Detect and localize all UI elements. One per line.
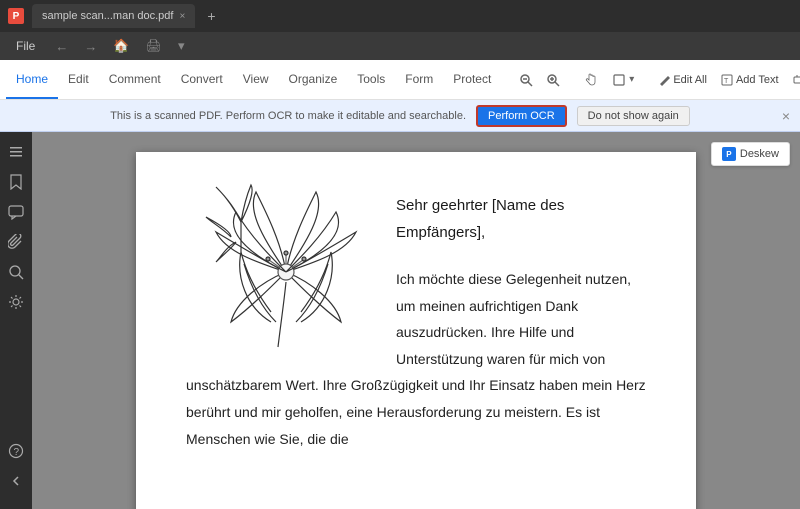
menu-file[interactable]: File <box>8 36 43 56</box>
tab-view[interactable]: View <box>233 60 279 99</box>
menu-bar: File ← → 🏠 🖨 ▾ <box>0 32 800 60</box>
select-icon <box>612 73 626 87</box>
ocr-bar-close-icon[interactable]: × <box>782 108 790 124</box>
tab-home[interactable]: Home <box>6 60 58 99</box>
svg-text:T: T <box>724 78 729 85</box>
toolbar-tabs: Home Edit Comment Convert View Organize … <box>6 60 501 99</box>
tab-protect[interactable]: Protect <box>443 60 501 99</box>
toolbar-icon-dropdown[interactable]: ▾ <box>172 35 191 57</box>
tab-tools[interactable]: Tools <box>347 60 395 99</box>
toolbar-icon-print[interactable]: 🖨 <box>140 35 169 57</box>
menu-icon <box>8 144 24 160</box>
zoom-out-button[interactable] <box>513 70 539 90</box>
tab-convert[interactable]: Convert <box>171 60 233 99</box>
comment-icon <box>8 204 24 220</box>
flower-illustration <box>186 182 386 362</box>
sidebar-icon-menu[interactable] <box>4 140 28 164</box>
hand-icon <box>584 73 598 87</box>
help-icon: ? <box>8 443 24 459</box>
title-bar: P sample scan...man doc.pdf × + <box>0 0 800 32</box>
ocr-button[interactable]: OCR <box>787 71 800 89</box>
select-tool-button[interactable]: ▾ <box>606 70 640 90</box>
tab-edit[interactable]: Edit <box>58 60 99 99</box>
tab-comment[interactable]: Comment <box>99 60 171 99</box>
sidebar-icon-attachment[interactable] <box>4 230 28 254</box>
app-icon: P <box>8 8 24 24</box>
pdf-page: Sehr geehrter [Name des Empfängers], Ich… <box>136 152 696 509</box>
sidebar-icon-collapse[interactable] <box>4 469 28 493</box>
add-text-icon: T <box>721 74 733 86</box>
bookmark-icon <box>9 174 23 190</box>
hand-tool-button[interactable] <box>578 70 604 90</box>
tab-form[interactable]: Form <box>395 60 443 99</box>
tab-label: sample scan...man doc.pdf <box>42 10 173 22</box>
sidebar-icon-search[interactable] <box>4 260 28 284</box>
add-text-button[interactable]: T Add Text <box>715 71 785 89</box>
svg-text:?: ? <box>14 447 20 458</box>
flower-svg <box>186 182 386 362</box>
sidebar-icon-settings[interactable] <box>4 290 28 314</box>
sidebar-icon-bookmark[interactable] <box>4 170 28 194</box>
zoom-out-icon <box>519 73 533 87</box>
main-toolbar: Home Edit Comment Convert View Organize … <box>0 60 800 100</box>
toolbar-icon-forward[interactable]: → <box>78 36 103 57</box>
gear-icon <box>8 294 24 310</box>
sidebar-bottom: ? <box>4 439 28 501</box>
zoom-in-icon <box>546 73 560 87</box>
deskew-button[interactable]: P Deskew <box>711 142 790 166</box>
perform-ocr-button[interactable]: Perform OCR <box>476 105 567 127</box>
search-sidebar-icon <box>8 264 24 280</box>
edit-all-button[interactable]: Edit All <box>652 71 713 89</box>
left-sidebar: ? <box>0 132 32 509</box>
do-not-show-button[interactable]: Do not show again <box>577 106 690 126</box>
document-tab[interactable]: sample scan...man doc.pdf × <box>32 4 195 28</box>
chevron-left-icon <box>8 473 24 489</box>
ocr-icon <box>793 74 800 86</box>
document-area[interactable]: P Deskew <box>32 132 800 509</box>
deskew-icon: P <box>722 147 736 161</box>
ocr-message: This is a scanned PDF. Perform OCR to ma… <box>110 110 466 122</box>
add-tab-button[interactable]: + <box>207 8 215 24</box>
sidebar-icon-help[interactable]: ? <box>4 439 28 463</box>
toolbar-icon-home[interactable]: 🏠 <box>107 35 135 57</box>
edit-all-icon <box>658 74 670 86</box>
tab-organize[interactable]: Organize <box>279 60 348 99</box>
tab-close-icon[interactable]: × <box>179 11 185 22</box>
zoom-controls <box>513 70 566 90</box>
ocr-notification-bar: This is a scanned PDF. Perform OCR to ma… <box>0 100 800 132</box>
sidebar-icon-comment[interactable] <box>4 200 28 224</box>
toolbar-icon-back[interactable]: ← <box>49 36 74 57</box>
zoom-in-button[interactable] <box>540 70 566 90</box>
attachment-icon <box>8 234 24 250</box>
main-area: ? P Deskew <box>0 132 800 509</box>
